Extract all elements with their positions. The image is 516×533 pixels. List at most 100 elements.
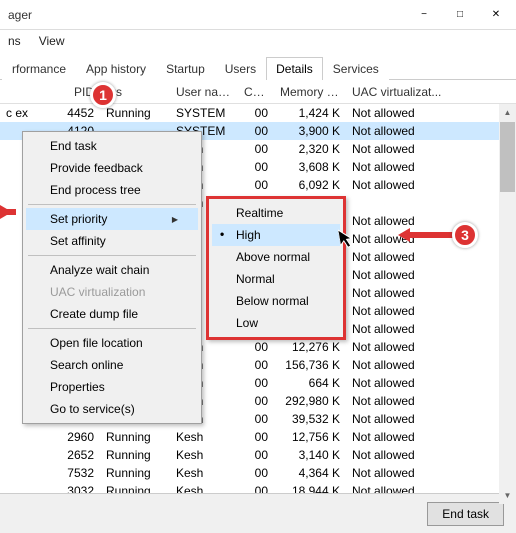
- table-row[interactable]: 7532RunningKesh004,364 KNot allowed: [0, 464, 516, 482]
- ctx-label: End process tree: [50, 183, 141, 197]
- cell-mem: 6,092 K: [274, 176, 346, 194]
- ctx-set-priority[interactable]: Set priority▶: [26, 208, 198, 230]
- scroll-thumb[interactable]: [500, 122, 515, 192]
- cell-mem: 1,424 K: [274, 104, 346, 122]
- ctx-analyze-wait-chain[interactable]: Analyze wait chain: [26, 259, 198, 281]
- ctx-label: Create dump file: [50, 307, 138, 321]
- cell-mem: 292,980 K: [274, 392, 346, 410]
- ctx-set-affinity[interactable]: Set affinity: [26, 230, 198, 252]
- ctx-properties[interactable]: Properties: [26, 376, 198, 398]
- cell-uac: Not allowed: [346, 122, 516, 140]
- cell-mem: 664 K: [274, 374, 346, 392]
- cell-cpu: 00: [238, 356, 274, 374]
- cell-mem: 2,320 K: [274, 140, 346, 158]
- menu-view[interactable]: View: [35, 32, 69, 50]
- col-uac[interactable]: UAC virtualizat...: [346, 83, 516, 101]
- cell-mem: 12,756 K: [274, 428, 346, 446]
- scroll-down-icon[interactable]: ▼: [499, 487, 516, 504]
- maximize-button[interactable]: □: [442, 1, 478, 29]
- cell-uac: Not allowed: [346, 464, 516, 482]
- minimize-button[interactable]: −: [406, 1, 442, 29]
- close-button[interactable]: ✕: [478, 1, 514, 29]
- priority-above-normal[interactable]: Above normal: [212, 246, 340, 268]
- cell-cpu: 00: [238, 140, 274, 158]
- ctx-end-task[interactable]: End task: [26, 135, 198, 157]
- cell-pid: 2960: [50, 428, 100, 446]
- ctx-label: Provide feedback: [50, 161, 143, 175]
- chevron-right-icon: ▶: [172, 215, 178, 224]
- priority-submenu: RealtimeHighAbove normalNormalBelow norm…: [206, 196, 346, 340]
- cell-cpu: 00: [238, 104, 274, 122]
- priority-low[interactable]: Low: [212, 312, 340, 334]
- tab-performance[interactable]: rformance: [2, 57, 76, 80]
- table-row[interactable]: 2652RunningKesh003,140 KNot allowed: [0, 446, 516, 464]
- cell-uac: Not allowed: [346, 302, 516, 320]
- tab-users[interactable]: Users: [215, 57, 266, 80]
- ctx-provide-feedback[interactable]: Provide feedback: [26, 157, 198, 179]
- cell-cpu: 00: [238, 338, 274, 356]
- cell-uac: [346, 201, 516, 205]
- ctx-label: Set affinity: [50, 234, 106, 248]
- cell-uac: Not allowed: [346, 212, 516, 230]
- col-user[interactable]: User name: [170, 83, 238, 101]
- tab-startup[interactable]: Startup: [156, 57, 215, 80]
- menu-options[interactable]: ns: [4, 32, 25, 50]
- cell-mem: 3,140 K: [274, 446, 346, 464]
- priority-normal[interactable]: Normal: [212, 268, 340, 290]
- ctx-label: Properties: [50, 380, 105, 394]
- ctx-search-online[interactable]: Search online: [26, 354, 198, 376]
- cell-mem: 12,276 K: [274, 338, 346, 356]
- cell-uac: Not allowed: [346, 338, 516, 356]
- ctx-create-dump-file[interactable]: Create dump file: [26, 303, 198, 325]
- table-row[interactable]: c ex4452RunningSYSTEM001,424 KNot allowe…: [0, 104, 516, 122]
- cell-cpu: 00: [238, 392, 274, 410]
- scrollbar[interactable]: ▲ ▼: [499, 104, 516, 504]
- window-title: ager: [8, 8, 32, 22]
- cell-user: SYSTEM: [170, 104, 238, 122]
- table-row[interactable]: 2960RunningKesh0012,756 KNot allowed: [0, 428, 516, 446]
- cell-status: Running: [100, 104, 170, 122]
- cell-pid: 7532: [50, 464, 100, 482]
- cell-uac: Not allowed: [346, 140, 516, 158]
- cell-cpu: 00: [238, 158, 274, 176]
- scroll-up-icon[interactable]: ▲: [499, 104, 516, 121]
- cell-user: Kesh: [170, 428, 238, 446]
- col-name[interactable]: [0, 90, 50, 94]
- cell-uac: Not allowed: [346, 356, 516, 374]
- cell-name: [0, 453, 50, 457]
- cell-pid: 2652: [50, 446, 100, 464]
- priority-realtime[interactable]: Realtime: [212, 202, 340, 224]
- badge-1: 1: [90, 82, 116, 108]
- cell-mem: 3,608 K: [274, 158, 346, 176]
- cell-name: [0, 435, 50, 439]
- cell-cpu: 00: [238, 176, 274, 194]
- cell-uac: Not allowed: [346, 446, 516, 464]
- ctx-label: End task: [50, 139, 97, 153]
- ctx-open-file-location[interactable]: Open file location: [26, 332, 198, 354]
- cell-uac: Not allowed: [346, 410, 516, 428]
- end-task-button[interactable]: End task: [427, 502, 504, 526]
- cell-user: Kesh: [170, 464, 238, 482]
- window-buttons: − □ ✕: [406, 1, 514, 29]
- cell-uac: Not allowed: [346, 428, 516, 446]
- cell-mem: 3,900 K: [274, 122, 346, 140]
- cell-mem: 156,736 K: [274, 356, 346, 374]
- tab-app-history[interactable]: App history: [76, 57, 156, 80]
- ctx-go-to-service-s-[interactable]: Go to service(s): [26, 398, 198, 420]
- cell-cpu: 00: [238, 374, 274, 392]
- col-cpu[interactable]: CPU: [238, 83, 274, 101]
- priority-high[interactable]: High: [212, 224, 340, 246]
- cell-cpu: 00: [238, 446, 274, 464]
- ctx-label: UAC virtualization: [50, 285, 145, 299]
- priority-below-normal[interactable]: Below normal: [212, 290, 340, 312]
- tabs: rformance App history Startup Users Deta…: [0, 54, 516, 80]
- ctx-end-process-tree[interactable]: End process tree: [26, 179, 198, 201]
- tab-details[interactable]: Details: [266, 57, 323, 80]
- cell-mem: 39,532 K: [274, 410, 346, 428]
- cell-status: Running: [100, 446, 170, 464]
- cell-status: Running: [100, 428, 170, 446]
- cell-mem: 4,364 K: [274, 464, 346, 482]
- tab-services[interactable]: Services: [323, 57, 389, 80]
- menubar: ns View: [0, 30, 516, 52]
- col-mem[interactable]: Memory (a...: [274, 83, 346, 101]
